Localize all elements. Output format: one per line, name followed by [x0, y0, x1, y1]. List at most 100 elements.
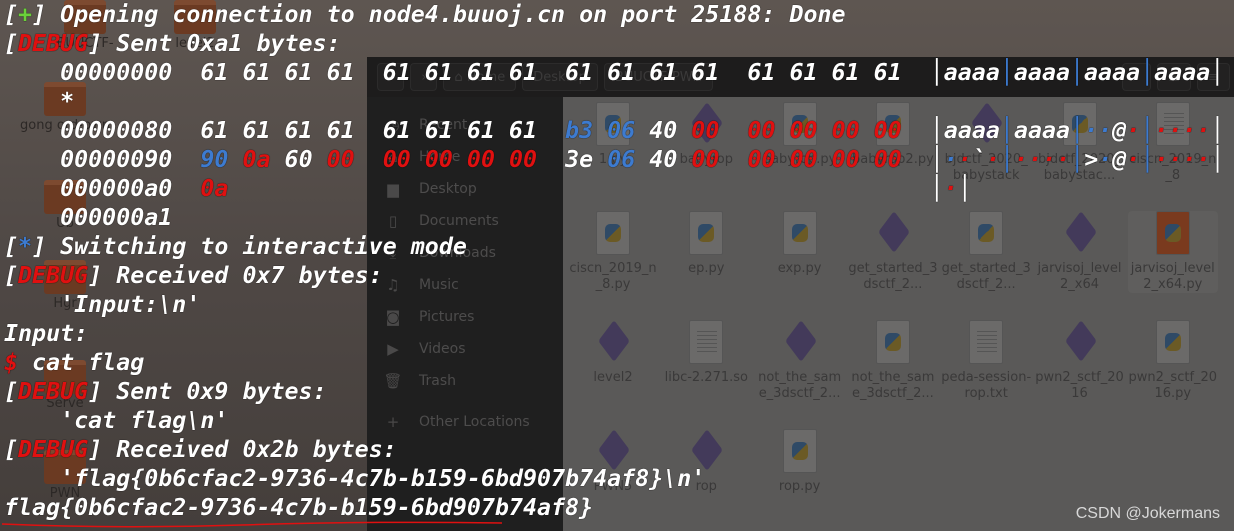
- terminal-text: [: [4, 1, 19, 28]
- terminal-text: +: [18, 1, 33, 28]
- terminal-text: │: [929, 175, 944, 202]
- terminal-text: 00000080 61 61 61 61 61 61 61 61: [4, 117, 566, 144]
- terminal-text: 60: [270, 146, 327, 173]
- terminal-text: [: [4, 30, 19, 57]
- terminal-text: 00 00 00 00: [382, 146, 538, 173]
- terminal-text: │: [1210, 146, 1225, 173]
- terminal-line: 00000000 61 61 61 61 61 61 61 61 61 61 6…: [4, 58, 1224, 87]
- terminal-text: 00 00 00 00: [747, 146, 902, 173]
- terminal-line: *: [4, 87, 1224, 116]
- terminal-text: 000000a1: [4, 204, 173, 231]
- terminal-text: 'Input:\n': [4, 291, 201, 318]
- terminal-text: 40: [635, 146, 692, 173]
- terminal-text: ] Switching to interactive mode: [32, 233, 467, 260]
- terminal-line: [DEBUG] Sent 0xa1 bytes:: [4, 29, 1224, 58]
- terminal-text: ·: [1126, 146, 1141, 173]
- terminal-text: aaaa: [1154, 59, 1211, 86]
- terminal-text: *: [4, 88, 75, 115]
- terminal-text: │: [1210, 59, 1225, 86]
- terminal-line: [*] Switching to interactive mode: [4, 232, 1224, 261]
- terminal-line: [DEBUG] Received 0x2b bytes:: [4, 435, 1224, 464]
- terminal-text: ] Sent 0x9 bytes:: [88, 378, 327, 405]
- terminal-text: │: [1140, 59, 1155, 86]
- terminal-text: │: [1140, 117, 1155, 144]
- terminal-text: 06: [607, 146, 636, 173]
- terminal-text: │: [957, 175, 972, 202]
- terminal-text: aaaa: [943, 117, 1000, 144]
- terminal-text: [: [4, 378, 19, 405]
- terminal-text: >: [1084, 146, 1099, 173]
- terminal-text: │: [929, 117, 944, 144]
- terminal-text: ] Received 0x2b bytes:: [88, 436, 397, 463]
- terminal-text: Input:: [4, 320, 89, 347]
- terminal-text: 'cat flag\n': [4, 407, 229, 434]
- terminal-text: DEBUG: [18, 262, 89, 289]
- terminal-line: $ cat flag: [4, 348, 1224, 377]
- terminal-text: ·: [943, 146, 958, 173]
- terminal-line: 'flag{0b6cfac2-9736-4c7b-b159-6bd907b74a…: [4, 464, 1224, 493]
- terminal-text: │: [1070, 117, 1085, 144]
- terminal-text: 00: [691, 146, 720, 173]
- terminal-text: │: [1070, 146, 1085, 173]
- terminal-text: cat flag: [18, 349, 145, 376]
- terminal-text: aaaa: [943, 59, 1000, 86]
- terminal-text: 0a: [200, 175, 229, 202]
- terminal-text: @: [1112, 117, 1127, 144]
- terminal-text: flag{0b6cfac2-9736-4c7b-b159-6bd907b74af…: [4, 494, 594, 521]
- terminal-text: │: [1070, 59, 1085, 86]
- terminal-text: $: [4, 349, 19, 376]
- terminal-line: [+] Opening connection to node4.buuoj.cn…: [4, 0, 1224, 29]
- terminal-text: │: [999, 59, 1014, 86]
- terminal-text: aaaa: [1013, 59, 1070, 86]
- terminal-text: 90: [200, 146, 229, 173]
- terminal-text: 00: [691, 117, 720, 144]
- terminal-line: 000000a1: [4, 203, 1224, 232]
- terminal-text: @: [1112, 146, 1127, 173]
- red-underline-annotation: [2, 521, 502, 528]
- terminal-text: 00 00 00 00: [747, 117, 902, 144]
- terminal-text: 3e: [537, 146, 608, 173]
- terminal-text: 00000000 61 61 61 61 61 61 61 61 61 61 6…: [4, 59, 930, 86]
- terminal-text: 'flag{0b6cfac2-9736-4c7b-b159-6bd907b74a…: [4, 465, 706, 492]
- terminal-text: ··: [1084, 117, 1113, 144]
- terminal-line: [DEBUG] Received 0x7 bytes:: [4, 261, 1224, 290]
- terminal-text: ····: [1014, 146, 1071, 173]
- watermark: CSDN @Jokermans: [1075, 505, 1220, 522]
- terminal-text: `: [971, 146, 986, 173]
- terminal-text: ] Sent 0xa1 bytes:: [88, 30, 341, 57]
- terminal-output: [+] Opening connection to node4.buuoj.cn…: [4, 0, 1224, 522]
- terminal-text: 000000a0: [4, 175, 201, 202]
- terminal-line: 000000a0 0a │·│: [4, 174, 1224, 203]
- terminal-text: [: [4, 262, 19, 289]
- terminal-text: ·: [943, 175, 958, 202]
- terminal-line: 00000080 61 61 61 61 61 61 61 61 b3 06 4…: [4, 116, 1224, 145]
- terminal-text: ····: [1154, 117, 1211, 144]
- terminal-line: Input:: [4, 319, 1224, 348]
- terminal-text: aaaa: [1084, 59, 1141, 86]
- terminal-text: DEBUG: [18, 30, 89, 57]
- terminal-text: [: [4, 233, 19, 260]
- terminal-text: │: [929, 59, 944, 86]
- terminal-text: aaaa: [1013, 117, 1071, 144]
- terminal-line: 'cat flag\n': [4, 406, 1224, 435]
- terminal-text: DEBUG: [18, 378, 89, 405]
- terminal-text: ·: [1098, 146, 1113, 173]
- terminal-text: 0a: [242, 146, 271, 173]
- terminal-text: [: [4, 436, 19, 463]
- terminal-text: │: [1000, 146, 1015, 173]
- terminal-text: ] Opening connection to node4.buuoj.cn o…: [32, 1, 846, 28]
- terminal-text: ] Received 0x7 bytes:: [88, 262, 383, 289]
- terminal-line: flag{0b6cfac2-9736-4c7b-b159-6bd907b74af…: [4, 493, 1224, 522]
- terminal-text: ····: [1154, 146, 1211, 173]
- terminal-line: 00000090 90 0a 60 00 00 00 00 00 3e 06 4…: [4, 145, 1224, 174]
- terminal-text: 00: [326, 146, 355, 173]
- terminal-text: b3 06: [565, 117, 636, 144]
- terminal-text: │: [1210, 117, 1225, 144]
- terminal-text: DEBUG: [18, 436, 89, 463]
